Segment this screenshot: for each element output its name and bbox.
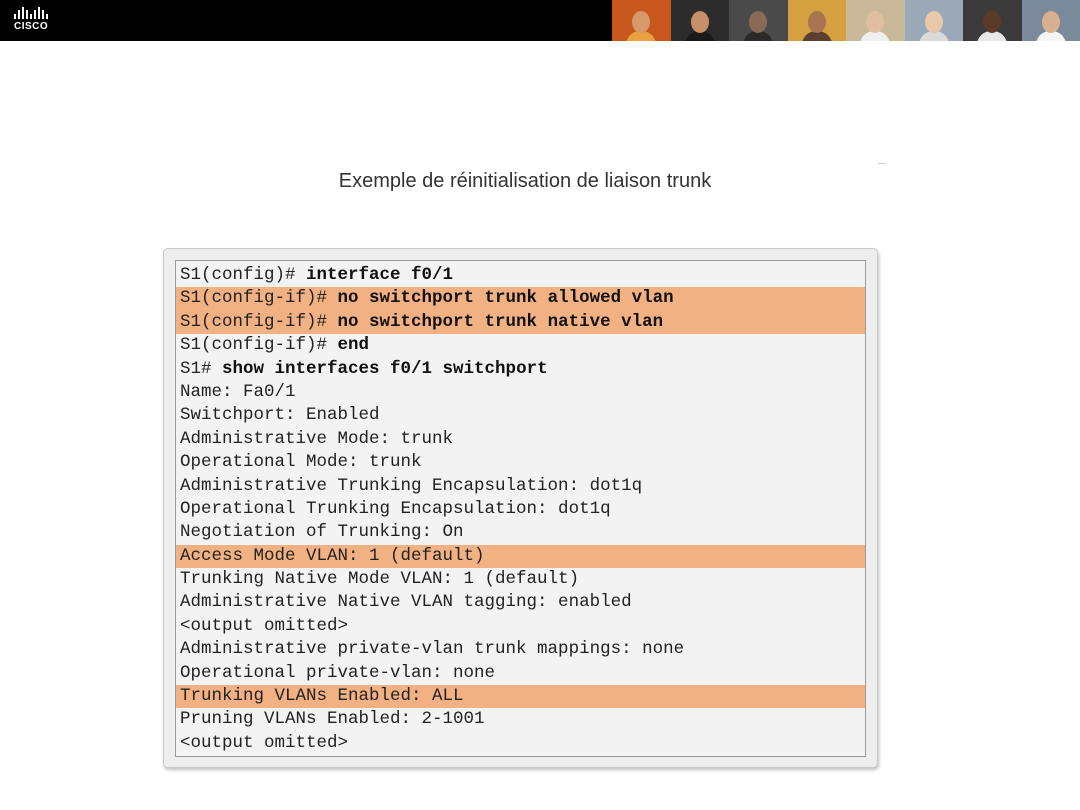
terminal-line-text: Administrative Trunking Encapsulation: d… — [180, 475, 643, 496]
terminal-line: <output omitted> — [176, 732, 865, 755]
terminal-line-text: <output omitted> — [180, 732, 349, 753]
terminal-line-text: Name: Fa0/1 — [180, 381, 296, 402]
people-photo-strip — [612, 0, 1080, 41]
terminal-line-text: Trunking VLANs Enabled: ALL — [180, 686, 464, 707]
logo-bar — [46, 14, 48, 19]
terminal-line-text: Operational Trunking Encapsulation: dot1… — [180, 498, 611, 519]
person-photo — [670, 0, 729, 41]
terminal-command: no switchport trunk native vlan — [337, 311, 664, 332]
cisco-logo-text: CISCO — [14, 21, 49, 32]
logo-bar — [34, 10, 36, 19]
terminal-line-text: Operational Mode: trunk — [180, 452, 422, 473]
cisco-logo-bars-icon — [14, 7, 64, 19]
person-head — [983, 11, 1002, 33]
person-photo — [904, 0, 963, 41]
person-head — [632, 11, 651, 33]
terminal-line-text: S1(config-if)# — [180, 335, 338, 356]
logo-bar — [14, 14, 16, 19]
person-photo — [846, 0, 905, 41]
terminal-line-text: Administrative Native VLAN tagging: enab… — [180, 592, 632, 613]
decorative-mark — [878, 163, 886, 164]
person-photo — [787, 0, 846, 41]
terminal-line: Negotiation of Trunking: On — [176, 521, 865, 544]
logo-bar — [18, 10, 20, 19]
terminal-line: Administrative Trunking Encapsulation: d… — [176, 475, 865, 498]
terminal-line: Operational private-vlan: none — [176, 662, 865, 685]
terminal-line: Switchport: Enabled — [176, 404, 865, 427]
logo-bar — [42, 10, 44, 19]
terminal-line: S1(config-if)# end — [176, 334, 865, 357]
terminal-line: <output omitted> — [176, 615, 865, 638]
person-photo — [612, 0, 671, 41]
terminal-line-text: S1(config)# — [180, 265, 307, 285]
terminal-line: Trunking Native Mode VLAN: 1 (default) — [176, 568, 865, 591]
terminal-command: show interfaces f0/1 switchport — [222, 358, 548, 379]
person-head — [924, 11, 943, 33]
terminal-line: Administrative private-vlan trunk mappin… — [176, 638, 865, 661]
person-head — [807, 11, 826, 33]
terminal-line-text: Negotiation of Trunking: On — [180, 522, 464, 543]
logo-bar — [22, 7, 24, 19]
terminal-frame: S1(config)# interface f0/1 S1(config-if)#… — [163, 248, 878, 768]
terminal-line: Name: Fa0/1 — [176, 381, 865, 404]
logo-bar — [30, 14, 32, 19]
terminal-line-text: Pruning VLANs Enabled: 2-1001 — [180, 709, 485, 730]
terminal-line: Pruning VLANs Enabled: 2-1001 — [176, 708, 865, 731]
cisco-logo: CISCO — [14, 7, 64, 35]
terminal-line-text: <output omitted> — [180, 615, 349, 636]
terminal-line-highlighted: Access Mode VLAN: 1 (default) — [176, 544, 865, 569]
terminal-line-text: Switchport: Enabled — [180, 405, 380, 426]
person-photo — [1021, 0, 1080, 41]
person-head — [749, 11, 768, 33]
terminal-command: interface f0/1 — [306, 265, 454, 285]
terminal-command: no switchport trunk allowed vlan — [337, 288, 674, 309]
terminal-output: S1(config)# interface f0/1 S1(config-if)#… — [175, 260, 866, 757]
person-photo — [729, 0, 788, 41]
terminal-line-text: S1(config-if)# — [180, 311, 338, 332]
terminal-line-text: S1(config-if)# — [180, 288, 338, 309]
terminal-line-text: Administrative private-vlan trunk mappin… — [180, 639, 685, 660]
terminal-line: Administrative Mode: trunk — [176, 428, 865, 451]
terminal-line-highlighted: S1(config-if)# no switchport trunk allow… — [176, 287, 865, 311]
person-head — [1041, 11, 1060, 33]
terminal-line: Administrative Native VLAN tagging: enab… — [176, 591, 865, 614]
person-head — [866, 11, 885, 33]
terminal-line-text: Access Mode VLAN: 1 (default) — [180, 545, 485, 566]
person-photo — [963, 0, 1022, 41]
terminal-line-text: Operational private-vlan: none — [180, 662, 496, 683]
terminal-line-text: S1# — [180, 358, 223, 379]
terminal-command: end — [337, 335, 370, 356]
logo-bar — [38, 7, 40, 19]
slide-title: Exemple de réinitialisation de liaison t… — [338, 170, 712, 192]
top-banner: CISCO — [0, 0, 1080, 41]
terminal-line: S1(config)# interface f0/1 — [176, 264, 865, 287]
logo-bar — [26, 10, 28, 19]
person-head — [690, 11, 709, 33]
terminal-line-text: Administrative Mode: trunk — [180, 428, 454, 449]
terminal-line-highlighted: S1(config-if)# no switchport trunk nativ… — [176, 310, 865, 335]
terminal-line: Operational Mode: trunk — [176, 451, 865, 474]
terminal-line: S1# show interfaces f0/1 switchport — [176, 358, 865, 381]
terminal-line-text: Trunking Native Mode VLAN: 1 (default) — [180, 569, 580, 590]
terminal-line-highlighted: Trunking VLANs Enabled: ALL — [176, 685, 865, 709]
terminal-line: Operational Trunking Encapsulation: dot1… — [176, 498, 865, 521]
